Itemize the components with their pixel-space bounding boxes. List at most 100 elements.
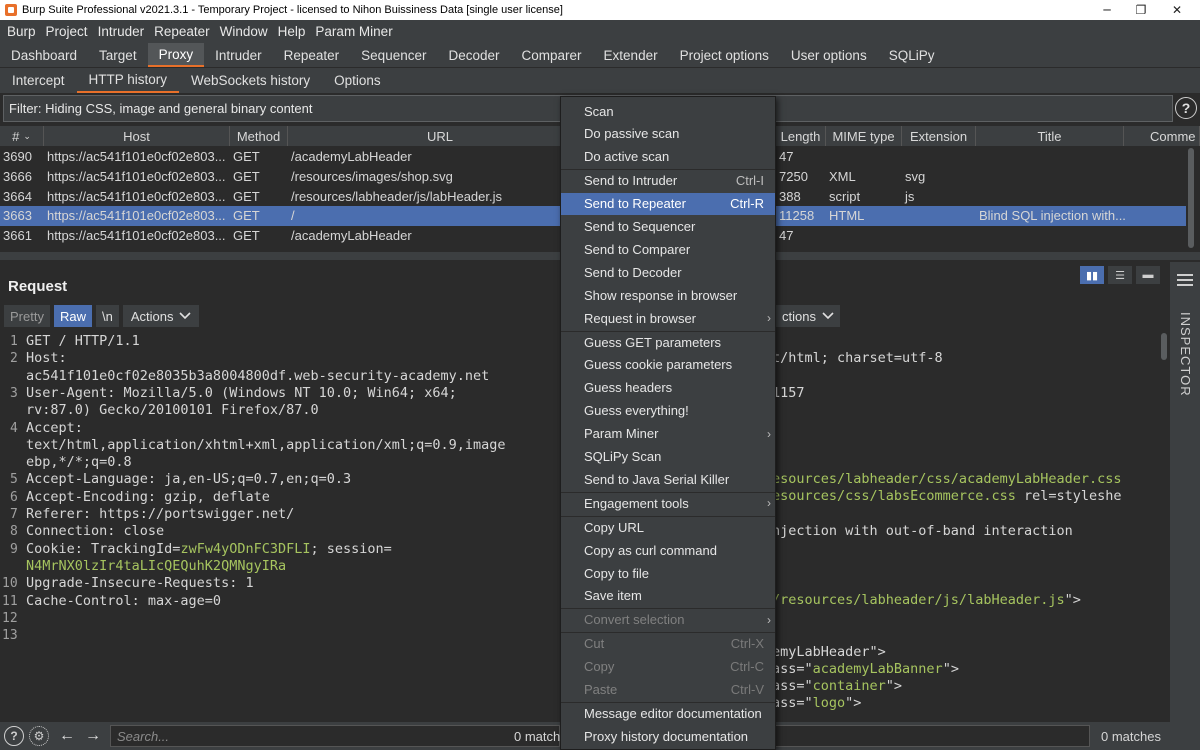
subtab-options[interactable]: Options: [322, 68, 393, 93]
menu-item-message-editor-documentation[interactable]: Message editor documentation: [561, 702, 775, 724]
menu-item-guess-get-parameters[interactable]: Guess GET parameters: [561, 331, 775, 353]
newline-toggle[interactable]: \n: [95, 305, 119, 327]
back-arrow-icon[interactable]: ←: [56, 726, 78, 746]
single-view-icon[interactable]: ▬: [1136, 266, 1160, 284]
menu-item-send-to-decoder[interactable]: Send to Decoder: [561, 261, 775, 283]
raw-tab[interactable]: Raw: [53, 305, 92, 327]
column-header-title[interactable]: Title: [976, 126, 1124, 146]
response-tail: rel=styleshe: [1015, 488, 1122, 504]
tab-target[interactable]: Target: [88, 43, 148, 67]
menu-item-send-to-comparer[interactable]: Send to Comparer: [561, 238, 775, 260]
menu-item-save-item[interactable]: Save item: [561, 585, 775, 607]
menu-item-label: Guess everything!: [584, 403, 689, 419]
column-header-comment[interactable]: Comme: [1124, 126, 1200, 146]
tab-proxy[interactable]: Proxy: [147, 43, 205, 67]
submenu-chevron-icon: ›: [767, 426, 771, 441]
menu-item-send-to-intruder[interactable]: Send to Intruder Ctrl-I: [561, 170, 775, 192]
menu-param-miner[interactable]: Param Miner: [310, 24, 397, 39]
menu-item-label: Send to Repeater: [584, 196, 686, 212]
menu-repeater[interactable]: Repeater: [149, 24, 215, 39]
tab-project-options[interactable]: Project options: [669, 43, 780, 67]
menu-item-send-to-repeater[interactable]: Send to Repeater Ctrl-R: [561, 192, 775, 215]
response-actions-dropdown[interactable]: ctions: [776, 305, 840, 327]
menu-project[interactable]: Project: [41, 24, 93, 39]
column-header-url[interactable]: URL: [288, 126, 593, 146]
table-scrollbar[interactable]: [1186, 146, 1196, 250]
menu-item-label: Copy URL: [584, 519, 644, 535]
menu-item-proxy-history-documentation[interactable]: Proxy history documentation: [561, 725, 775, 747]
column-header-length[interactable]: Length: [776, 126, 826, 146]
tab-comparer[interactable]: Comparer: [511, 43, 593, 67]
column-header-host[interactable]: Host: [44, 126, 230, 146]
split-view-icon[interactable]: ▮▮: [1080, 266, 1104, 284]
request-line: Referer: https://portswigger.net/: [26, 506, 295, 522]
response-string: esources/css/labsEcommerce.css: [772, 488, 1016, 504]
response-tail: ">: [845, 695, 862, 711]
request-line: Accept-Language: ja,en-US;q=0.7,en;q=0.3: [26, 471, 352, 488]
help-icon[interactable]: ?: [1175, 97, 1197, 119]
forward-arrow-icon[interactable]: →: [82, 726, 104, 746]
tab-decoder[interactable]: Decoder: [437, 43, 510, 67]
inspector-sidebar[interactable]: INSPECTOR: [1170, 262, 1200, 722]
cell-ext: [902, 206, 976, 226]
editor-scrollbar-thumb[interactable]: [1161, 333, 1167, 360]
table-scrollbar-thumb[interactable]: [1188, 148, 1194, 248]
menu-intruder[interactable]: Intruder: [93, 24, 150, 39]
menu-item-label: Engagement tools: [584, 495, 689, 511]
column-header-num[interactable]: # ⌄: [0, 126, 44, 146]
column-header-method[interactable]: Method: [230, 126, 288, 146]
menu-window[interactable]: Window: [215, 24, 273, 39]
subtab-http-history[interactable]: HTTP history: [76, 68, 180, 93]
column-header-extension[interactable]: Extension: [902, 126, 976, 146]
menu-item-copy-to-file[interactable]: Copy to file: [561, 562, 775, 584]
editor-scrollbar[interactable]: [1160, 333, 1168, 718]
menu-help[interactable]: Help: [273, 24, 311, 39]
stacked-view-icon[interactable]: ☰: [1108, 266, 1132, 284]
menu-item-copy-url[interactable]: Copy URL: [561, 516, 775, 538]
menu-item-do-active-scan[interactable]: Do active scan: [561, 146, 775, 168]
menu-item-request-in-browser[interactable]: Request in browser ›: [561, 307, 775, 329]
menu-item-guess-headers[interactable]: Guess headers: [561, 377, 775, 399]
menu-item-send-to-sequencer[interactable]: Send to Sequencer: [561, 216, 775, 238]
menu-item-param-miner[interactable]: Param Miner ›: [561, 423, 775, 445]
menu-item-send-to-java-serial-killer[interactable]: Send to Java Serial Killer: [561, 468, 775, 490]
response-fragment: emyLabHeader">: [772, 644, 886, 660]
menu-item-do-passive-scan[interactable]: Do passive scan: [561, 123, 775, 145]
tab-sqlipy[interactable]: SQLiPy: [878, 43, 946, 67]
tab-extender[interactable]: Extender: [593, 43, 669, 67]
gear-icon[interactable]: ⚙: [29, 726, 49, 746]
tab-intruder[interactable]: Intruder: [204, 43, 273, 67]
column-header-mime[interactable]: MIME type: [826, 126, 902, 146]
menu-item-guess-cookie-parameters[interactable]: Guess cookie parameters: [561, 354, 775, 376]
tab-dashboard[interactable]: Dashboard: [0, 43, 88, 67]
menu-item-guess-everything[interactable]: Guess everything!: [561, 400, 775, 422]
menu-item-engagement-tools[interactable]: Engagement tools ›: [561, 492, 775, 514]
menu-item-label: Send to Sequencer: [584, 219, 696, 234]
response-text: ass=": [772, 695, 813, 711]
response-text: emyLabHeader">: [772, 644, 886, 660]
response-search-input[interactable]: [775, 725, 1090, 747]
help-icon[interactable]: ?: [4, 726, 24, 746]
pretty-tab[interactable]: Pretty: [4, 305, 50, 327]
response-text: ass=": [772, 678, 813, 694]
menu-item-copy-as-curl-command[interactable]: Copy as curl command: [561, 539, 775, 561]
menu-item-label: Do active scan: [584, 149, 670, 165]
menu-burp[interactable]: Burp: [2, 24, 41, 39]
menu-item-scan[interactable]: Scan: [561, 100, 775, 122]
tab-user-options[interactable]: User options: [780, 43, 878, 67]
tab-sequencer[interactable]: Sequencer: [350, 43, 437, 67]
menu-item-sqlipy-scan[interactable]: SQLiPy Scan: [561, 446, 775, 468]
close-icon[interactable]: ✕: [1154, 0, 1200, 20]
tab-repeater[interactable]: Repeater: [273, 43, 351, 67]
search-input[interactable]: Search...: [110, 725, 560, 747]
line-number: 9: [10, 541, 18, 557]
line-number: 10: [2, 576, 18, 592]
actions-dropdown[interactable]: Actions: [122, 305, 200, 327]
request-line: Host:: [26, 350, 67, 367]
submenu-chevron-icon: ›: [767, 612, 771, 627]
menu-item-show-response-in-browser[interactable]: Show response in browser: [561, 284, 775, 306]
subtab-intercept[interactable]: Intercept: [0, 68, 77, 93]
request-line: text/html,application/xhtml+xml,applicat…: [26, 436, 506, 453]
subtab-websockets-history[interactable]: WebSockets history: [179, 68, 322, 93]
hamburger-icon[interactable]: [1177, 274, 1193, 289]
